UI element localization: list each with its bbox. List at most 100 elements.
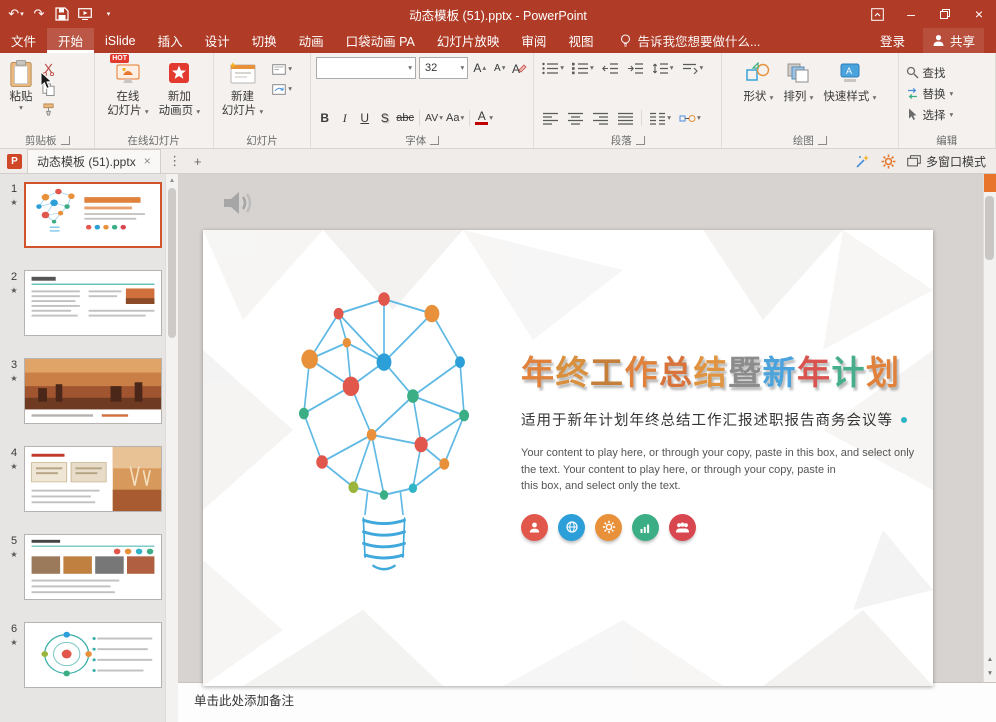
character-spacing-button[interactable]: AV▾ — [425, 108, 443, 128]
settings-gear-icon[interactable] — [881, 154, 896, 169]
slide-panel-item[interactable]: 1 ★ — [4, 182, 162, 248]
change-case-button[interactable]: Aa▾ — [446, 108, 464, 128]
multiwindow-mode-button[interactable]: 多窗口模式 — [907, 153, 986, 170]
animation-star-icon[interactable]: ★ — [10, 198, 17, 207]
select-button[interactable]: 选择 ▾ — [902, 106, 958, 124]
font-size-combo[interactable]: 32 ▾ — [419, 57, 468, 79]
convert-smartart-button[interactable]: ▾ — [676, 108, 704, 128]
tab-transitions[interactable]: 切换 — [241, 28, 288, 53]
align-right-button[interactable] — [589, 108, 612, 128]
strikethrough-button[interactable]: abc — [396, 108, 414, 128]
tab-review[interactable]: 审阅 — [510, 28, 557, 53]
slide-thumbnail[interactable] — [24, 270, 162, 336]
online-slides-button[interactable]: HOT 在线 幻灯片 ▾ — [102, 55, 153, 132]
columns-button[interactable]: ▾ — [646, 108, 674, 128]
next-slide-button[interactable]: ▼ — [987, 670, 993, 677]
slide-panel-item[interactable]: 5 ★ — [4, 534, 162, 600]
format-painter-button[interactable] — [40, 101, 57, 117]
dialog-launcher-icon[interactable] — [818, 136, 827, 145]
tab-file[interactable]: 文件 — [0, 28, 47, 53]
animation-star-icon[interactable]: ★ — [10, 286, 17, 295]
dialog-launcher-icon[interactable] — [636, 136, 645, 145]
share-button[interactable]: 共享 — [923, 28, 984, 53]
new-slide-button[interactable]: 新建 幻灯片 ▾ — [217, 55, 268, 132]
main-scrollbar-thumb[interactable] — [985, 196, 994, 260]
main-scrollbar[interactable]: ▲ ▼ — [983, 174, 996, 682]
tab-view[interactable]: 视图 — [557, 28, 604, 53]
tellme-box[interactable]: 告诉我您想要做什么... — [620, 28, 760, 53]
decrease-indent-button[interactable] — [599, 58, 622, 78]
dialog-launcher-icon[interactable] — [430, 136, 439, 145]
slide-body-text[interactable]: Your content to play here, or through yo… — [521, 445, 923, 495]
animation-star-icon[interactable]: ★ — [10, 550, 17, 559]
slide-canvas[interactable]: 年终工作总结暨新年计划 适用于新年计划年终总结工作汇报述职报告商务会议等 You… — [203, 230, 933, 686]
slide-panel-item[interactable]: 4 ★ — [4, 446, 162, 512]
animation-star-icon[interactable]: ★ — [10, 462, 17, 471]
slide-title[interactable]: 年终工作总结暨新年计划 — [521, 346, 923, 394]
numbering-button[interactable]: ▾ — [569, 58, 597, 78]
bullets-button[interactable]: ▾ — [539, 58, 567, 78]
slide-thumbnail[interactable] — [24, 622, 162, 688]
quick-styles-button[interactable]: A 快速样式 ▾ — [818, 55, 881, 132]
scroll-accent-button[interactable] — [984, 174, 996, 192]
panel-scrollbar[interactable]: ▲ — [165, 174, 178, 722]
italic-button[interactable]: I — [336, 108, 353, 128]
tab-islide[interactable]: iSlide — [94, 28, 147, 53]
animation-star-icon[interactable]: ★ — [10, 374, 17, 383]
replace-button[interactable]: 替换 ▾ — [902, 85, 958, 103]
paste-button[interactable]: 粘贴 ▾ — [4, 55, 38, 132]
align-left-button[interactable] — [539, 108, 562, 128]
font-name-combo[interactable]: ▾ — [316, 57, 416, 79]
line-spacing-button[interactable]: ▾ — [649, 58, 677, 78]
tab-design[interactable]: 设计 — [194, 28, 241, 53]
slide-thumbnail[interactable] — [24, 358, 162, 424]
slide-panel-item[interactable]: 6 ★ — [4, 622, 162, 688]
tab-pocket-animation[interactable]: 口袋动画 PA — [335, 28, 426, 53]
customize-qat-button[interactable]: ▾ — [97, 2, 119, 26]
clear-formatting-button[interactable]: A — [511, 58, 528, 78]
increase-indent-button[interactable] — [624, 58, 647, 78]
text-shadow-button[interactable]: S — [376, 108, 393, 128]
undo-button[interactable]: ↶▾ — [5, 2, 27, 26]
redo-button[interactable]: ↷ — [28, 2, 50, 26]
align-center-button[interactable] — [564, 108, 587, 128]
previous-slide-button[interactable]: ▲ — [987, 656, 993, 663]
justify-button[interactable] — [614, 108, 637, 128]
beautify-wand-icon[interactable] — [855, 154, 870, 169]
tab-insert[interactable]: 插入 — [147, 28, 194, 53]
tab-animations[interactable]: 动画 — [288, 28, 335, 53]
notes-pane[interactable]: 单击此处添加备注 — [178, 682, 996, 722]
tab-slideshow[interactable]: 幻灯片放映 — [426, 28, 511, 53]
ribbon-display-options-button[interactable] — [860, 0, 894, 28]
arrange-button[interactable]: 排列 ▾ — [778, 55, 818, 132]
slide-panel-item[interactable]: 2 ★ — [4, 270, 162, 336]
close-tab-icon[interactable]: × — [144, 154, 151, 168]
grow-font-button[interactable]: A▴ — [471, 58, 488, 78]
tab-options-button[interactable]: ⋮ — [166, 151, 184, 171]
title-block[interactable]: 年终工作总结暨新年计划 适用于新年计划年终总结工作汇报述职报告商务会议等 You… — [521, 346, 923, 541]
save-button[interactable] — [51, 2, 73, 26]
underline-button[interactable]: U — [356, 108, 373, 128]
scroll-up-icon[interactable]: ▲ — [169, 177, 175, 184]
slide-thumbnail[interactable] — [24, 446, 162, 512]
panel-scrollbar-thumb[interactable] — [168, 188, 176, 338]
slide-subtitle[interactable]: 适用于新年计划年终总结工作汇报述职报告商务会议等 — [521, 409, 923, 430]
shrink-font-button[interactable]: A▾ — [491, 58, 508, 78]
bold-button[interactable]: B — [316, 108, 333, 128]
slide-thumbnail[interactable] — [24, 182, 162, 248]
dialog-launcher-icon[interactable] — [61, 136, 70, 145]
slide-thumbnail[interactable] — [24, 534, 162, 600]
document-tab[interactable]: 动态模板 (51).pptx × — [27, 149, 161, 174]
reset-slide-button[interactable]: ▾ — [270, 81, 294, 97]
font-color-button[interactable]: A ▾ — [475, 108, 493, 128]
start-slideshow-button[interactable] — [74, 2, 96, 26]
audio-speaker-icon[interactable] — [222, 188, 256, 218]
tab-home[interactable]: 开始 — [47, 28, 94, 53]
minimize-button[interactable]: – — [894, 0, 928, 28]
shapes-button[interactable]: 形状 ▾ — [738, 55, 778, 132]
close-button[interactable]: × — [962, 0, 996, 28]
animation-star-icon[interactable]: ★ — [10, 638, 17, 647]
text-direction-button[interactable]: ▾ — [679, 58, 707, 78]
layout-button[interactable]: ▾ — [270, 61, 294, 77]
slide-panel-item[interactable]: 3 ★ — [4, 358, 162, 424]
